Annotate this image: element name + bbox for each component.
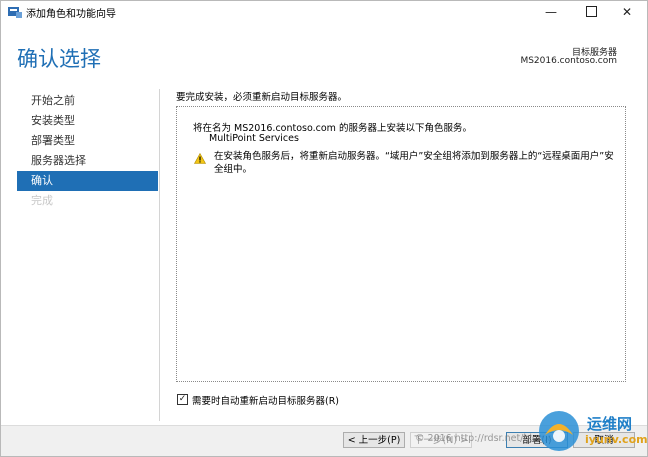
nav-item-results: 完成 [31, 194, 53, 207]
nav-item-deployment-type[interactable]: 部署类型 [17, 131, 158, 151]
selection-list-box [176, 106, 626, 382]
close-button[interactable]: ✕ [607, 1, 647, 23]
minimize-button[interactable]: — [531, 1, 571, 23]
title-bar[interactable]: 添加角色和功能向导 — ✕ [1, 1, 647, 23]
wizard-nav: 开始之前 安装类型 部署类型 服务器选择 确认 完成 [17, 91, 158, 211]
auto-restart-checkbox[interactable]: ✓ [177, 394, 188, 405]
window-title: 添加角色和功能向导 [26, 9, 116, 20]
maximize-icon [585, 6, 597, 17]
page-title: 确认选择 [17, 47, 101, 71]
watermark-logo-icon [539, 411, 579, 451]
warning-icon [194, 153, 206, 164]
nav-item-server-selection[interactable]: 服务器选择 [17, 151, 158, 171]
nav-item-installation-type[interactable]: 安装类型 [17, 111, 158, 131]
nav-item-before-you-begin[interactable]: 开始之前 [17, 91, 158, 111]
watermark-site-en: iyunv.com [585, 433, 648, 446]
nav-item-confirmation[interactable]: 确认 [17, 171, 158, 191]
maximize-button[interactable] [571, 1, 611, 23]
watermark-site-cn: 运维网 [587, 415, 633, 433]
auto-restart-label[interactable]: 需要时自动重新启动目标服务器(R) [192, 393, 339, 407]
restart-instruction: 要完成安装，必须重新启动目标服务器。 [176, 92, 348, 103]
minimize-icon: — [545, 5, 557, 19]
warning-message: 在安装角色服务后，将重新启动服务器。“域用户”安全组将添加到服务器上的“远程桌面… [214, 151, 614, 175]
wizard-window: 添加角色和功能向导 — ✕ 确认选择 目标服务器 MS2016.contoso.… [0, 0, 648, 457]
nav-divider [159, 89, 160, 421]
role-service-name: MultiPoint Services [209, 133, 299, 144]
previous-button[interactable]: < 上一步(P) [343, 432, 405, 448]
close-icon: ✕ [621, 5, 633, 19]
install-summary-text: 将在名为 MS2016.contoso.com 的服务器上安装以下角色服务。 [193, 123, 472, 134]
server-manager-icon [8, 7, 22, 18]
target-server-value: MS2016.contoso.com [520, 56, 617, 66]
